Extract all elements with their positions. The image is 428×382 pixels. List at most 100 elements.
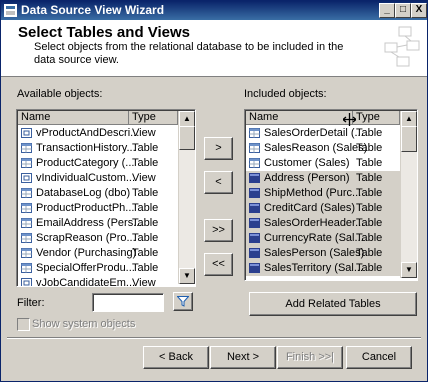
scroll-down-arrow-icon[interactable]: ▼ — [401, 262, 417, 278]
item-name: ScrapReason (Pro... — [36, 232, 136, 244]
item-type: Table — [132, 187, 159, 199]
item-type: Table — [356, 187, 383, 199]
item-name: Address (Person) — [264, 172, 350, 184]
available-list-header: Name Type — [18, 111, 178, 125]
scroll-down-arrow-icon[interactable]: ▼ — [179, 268, 195, 284]
list-item[interactable]: SalesOrderDetail (... Table — [246, 126, 400, 141]
list-item[interactable]: Vendor (Purchasing) Table — [18, 246, 178, 261]
available-objects-label: Available objects: — [17, 88, 103, 100]
item-name: SalesReason (Sales) — [264, 142, 368, 154]
scroll-up-arrow-icon[interactable]: ▲ — [179, 111, 195, 127]
included-objects-list[interactable]: Name Type SalesOrderDetail (... Table Sale… — [244, 109, 418, 281]
item-name: Customer (Sales) — [264, 157, 350, 169]
list-item[interactable]: SalesPerson (Sales) Table — [246, 246, 400, 261]
back-button[interactable]: < Back — [143, 346, 209, 369]
cancel-button[interactable]: Cancel — [346, 346, 412, 369]
table-icon — [249, 173, 260, 183]
funnel-icon — [177, 296, 189, 307]
minimize-button[interactable]: _ — [379, 3, 395, 18]
scrollbar-thumb[interactable] — [401, 126, 417, 152]
item-type: Table — [132, 232, 159, 244]
item-type: View — [132, 127, 156, 139]
add-all-button[interactable]: >> — [204, 219, 233, 242]
filter-button[interactable] — [173, 292, 193, 311]
table-icon — [21, 188, 32, 198]
show-system-objects-checkbox[interactable] — [17, 318, 30, 331]
included-list-header: Name Type — [246, 111, 400, 125]
list-item[interactable]: ProductProductPh... Table — [18, 201, 178, 216]
table-icon — [249, 143, 260, 153]
item-name: SalesOrderHeader... — [264, 217, 365, 229]
footer-divider — [7, 337, 421, 339]
item-type: View — [132, 277, 156, 287]
view-icon — [21, 278, 32, 286]
item-name: CurrencyRate (Sal... — [264, 232, 364, 244]
show-system-objects-label: Show system objects — [32, 318, 136, 330]
list-item[interactable]: CurrencyRate (Sal... Table — [246, 231, 400, 246]
table-icon — [249, 128, 260, 138]
item-name: SalesPerson (Sales) — [264, 247, 365, 259]
item-name: TransactionHistory... — [36, 142, 136, 154]
item-type: Table — [132, 247, 159, 259]
list-item[interactable]: SalesOrderHeader... Table — [246, 216, 400, 231]
list-item[interactable]: SpecialOfferProdu... Table — [18, 261, 178, 276]
list-item[interactable]: CreditCard (Sales) Table — [246, 201, 400, 216]
list-item[interactable]: TransactionHistory... Table — [18, 141, 178, 156]
remove-button[interactable]: < — [204, 171, 233, 194]
add-button[interactable]: > — [204, 137, 233, 160]
item-type: Table — [356, 202, 383, 214]
list-item[interactable]: vIndividualCustom... View — [18, 171, 178, 186]
list-item[interactable]: Address (Person) Table — [246, 171, 400, 186]
view-icon — [21, 173, 32, 183]
item-name: ShipMethod (Purc... — [264, 187, 362, 199]
table-icon — [249, 188, 260, 198]
item-type: Table — [132, 262, 159, 274]
list-item[interactable]: ScrapReason (Pro... Table — [18, 231, 178, 246]
item-type: Table — [356, 172, 383, 184]
column-header-name[interactable]: Name — [18, 111, 129, 125]
add-related-tables-button[interactable]: Add Related Tables — [249, 292, 417, 316]
list-item[interactable]: DatabaseLog (dbo) Table — [18, 186, 178, 201]
column-header-name[interactable]: Name — [246, 111, 353, 125]
available-list-scrollbar[interactable]: ▲ ▼ — [178, 111, 195, 284]
finish-button[interactable]: Finish >>| — [277, 346, 343, 369]
item-name: ProductCategory (... — [36, 157, 135, 169]
table-icon — [21, 158, 32, 168]
item-name: SpecialOfferProdu... — [36, 262, 135, 274]
list-item[interactable]: EmailAddress (Pers... Table — [18, 216, 178, 231]
item-name: vJobCandidateEm... — [36, 277, 136, 287]
wizard-window: Data Source View Wizard _ □ X Select Tab… — [0, 0, 428, 382]
scrollbar-thumb[interactable] — [179, 126, 195, 150]
item-type: Table — [356, 217, 383, 229]
item-type: Table — [132, 142, 159, 154]
column-header-type[interactable]: Type — [353, 111, 400, 125]
list-item[interactable]: SalesTerritory (Sal... Table — [246, 261, 400, 276]
page-description: Select objects from the relational datab… — [34, 41, 344, 66]
table-icon — [249, 233, 260, 243]
item-name: ProductProductPh... — [36, 202, 135, 214]
list-item[interactable]: ShipMethod (Purc... Table — [246, 186, 400, 201]
included-list-scrollbar[interactable]: ▲ ▼ — [400, 111, 417, 278]
list-item[interactable]: vProductAndDescri... View — [18, 126, 178, 141]
list-item[interactable]: SalesReason (Sales) Table — [246, 141, 400, 156]
close-button[interactable]: X — [411, 3, 427, 18]
available-objects-list[interactable]: Name Type vProductAndDescri... View Transa… — [16, 109, 196, 287]
item-type: View — [132, 172, 156, 184]
resize-cursor-icon — [343, 113, 356, 126]
item-type: Table — [356, 127, 383, 139]
app-icon — [4, 4, 17, 17]
title-bar[interactable]: Data Source View Wizard _ □ X — [1, 1, 427, 20]
table-icon — [249, 203, 260, 213]
window-title: Data Source View Wizard — [21, 3, 165, 17]
list-item[interactable]: vJobCandidateEm... View — [18, 276, 178, 287]
filter-input[interactable] — [92, 293, 164, 312]
next-button[interactable]: Next > — [210, 346, 276, 369]
list-item[interactable]: Customer (Sales) Table — [246, 156, 400, 171]
scroll-up-arrow-icon[interactable]: ▲ — [401, 111, 417, 127]
maximize-button[interactable]: □ — [395, 3, 411, 18]
column-header-type[interactable]: Type — [129, 111, 178, 125]
item-type: Table — [356, 142, 383, 154]
remove-all-button[interactable]: << — [204, 253, 233, 276]
list-item[interactable]: ProductCategory (... Table — [18, 156, 178, 171]
item-name: CreditCard (Sales) — [264, 202, 356, 214]
